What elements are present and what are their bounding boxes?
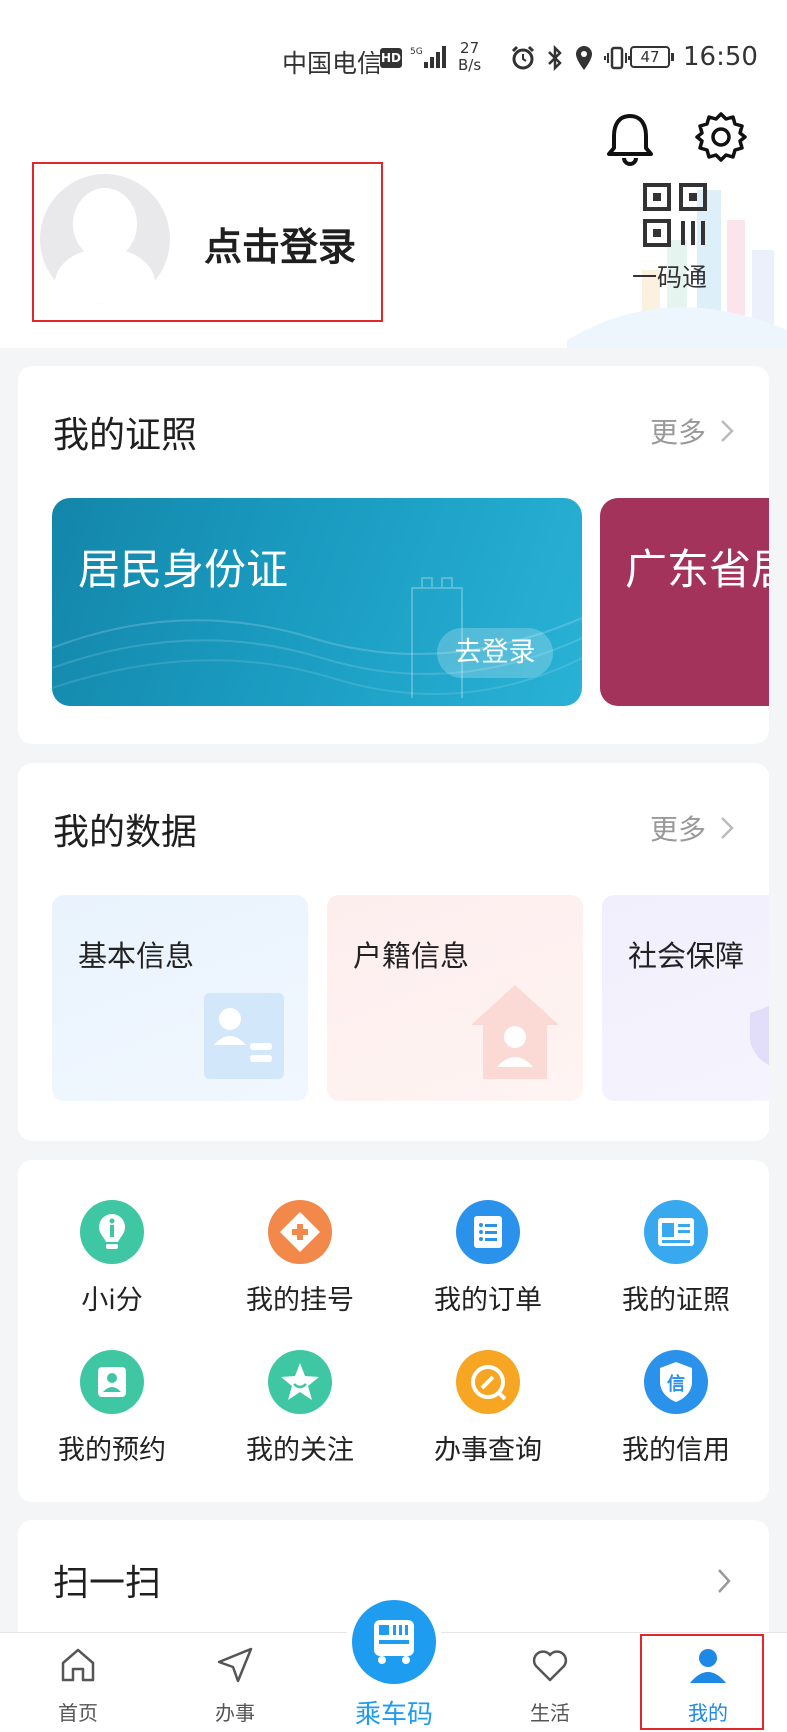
data-more-link[interactable]: 更多 (650, 808, 734, 848)
search-edit-icon (456, 1350, 520, 1414)
shield-icon (750, 1006, 769, 1066)
grid-item-following[interactable]: 我的关注 (206, 1350, 394, 1467)
id-card-login-button[interactable]: 去登录 (437, 628, 553, 678)
vibrate-icon (604, 46, 630, 70)
social-security-tile[interactable]: 社会保障 (602, 895, 769, 1101)
quick-access-grid: 小i分 我的挂号 我的订单 我的证照 我的预约 我的关注 办事查询 信 我的信用 (18, 1160, 769, 1502)
id-card-name: 居民身份证 (78, 545, 289, 594)
avatar-body-shape (55, 248, 155, 304)
profile-header: 点击登录 一码通 (0, 110, 787, 348)
grid-item-my-licenses[interactable]: 我的证照 (582, 1200, 769, 1317)
avatar[interactable] (40, 174, 170, 304)
carrier-name: 中国电信 (282, 49, 383, 78)
qr-code-icon[interactable] (642, 182, 708, 248)
nav-home[interactable]: 首页 (18, 1633, 138, 1732)
login-button[interactable]: 点击登录 (204, 216, 356, 271)
more-label: 更多 (649, 813, 706, 846)
nav-label: 生活 (530, 1701, 570, 1725)
chevron-right-icon (718, 1569, 731, 1593)
grid-item-label: 我的订单 (434, 1285, 542, 1316)
grid-item-label: 我的预约 (58, 1435, 166, 1466)
my-licenses-section: 我的证照 更多 居民身份证 去登录 广东省居 (18, 366, 769, 744)
grid-item-label: 我的挂号 (246, 1285, 354, 1316)
section-title: 我的数据 (53, 812, 198, 853)
speed-value: 27 (460, 39, 480, 57)
bluetooth-icon (548, 45, 562, 71)
scan-title: 扫一扫 (53, 1563, 162, 1604)
grid-item-label: 我的证照 (622, 1285, 730, 1316)
bus-qr-icon (374, 1620, 414, 1664)
guangdong-card-name: 广东省居 (625, 545, 769, 594)
nav-mine-highlight (640, 1634, 764, 1730)
grid-item-credit[interactable]: 信 我的信用 (582, 1350, 769, 1467)
license-card-icon (644, 1200, 708, 1264)
grid-item-label: 小i分 (81, 1285, 143, 1316)
nav-label: 办事 (215, 1701, 255, 1725)
order-list-icon (456, 1200, 520, 1264)
home-icon (61, 1648, 95, 1682)
svg-text:信: 信 (667, 1373, 685, 1395)
signal-icon: 5G (410, 46, 446, 68)
hd-badge: HD (380, 48, 402, 68)
person-card-icon (204, 993, 284, 1079)
lightbulb-icon (80, 1200, 144, 1264)
navigation-arrow-icon (217, 1647, 253, 1683)
bus-code-label[interactable]: 乘车码 (333, 1694, 455, 1731)
grid-item-service-query[interactable]: 办事查询 (394, 1350, 582, 1467)
chevron-right-icon (721, 817, 734, 839)
guangdong-card-tile[interactable]: 广东省居 (600, 498, 769, 706)
more-label: 更多 (649, 416, 706, 449)
settings-gear-icon[interactable] (694, 110, 748, 164)
my-data-section: 我的数据 更多 基本信息 户籍信息 社会保障 (18, 763, 769, 1141)
tile-label: 户籍信息 (353, 939, 470, 973)
nav-life[interactable]: 生活 (490, 1633, 610, 1732)
chevron-right-icon (721, 420, 734, 442)
status-bar: 中国电信 HD 5G 27 B/s 47 16:50 (0, 0, 787, 110)
clock: 16:50 (683, 42, 758, 72)
alarm-icon (511, 45, 535, 70)
grid-item-registration[interactable]: 我的挂号 (206, 1200, 394, 1317)
speed-unit: B/s (458, 56, 482, 74)
network-speed: 27 B/s (458, 40, 481, 74)
grid-item-xiaoi-score[interactable]: 小i分 (18, 1200, 206, 1317)
basic-info-tile[interactable]: 基本信息 (52, 895, 308, 1101)
household-info-tile[interactable]: 户籍信息 (327, 895, 583, 1101)
grid-item-orders[interactable]: 我的订单 (394, 1200, 582, 1317)
location-icon (576, 46, 592, 70)
notification-bell-icon[interactable] (604, 110, 656, 166)
qr-code-label[interactable]: 一码通 (632, 258, 707, 294)
licenses-more-link[interactable]: 更多 (650, 411, 734, 451)
heart-icon (532, 1650, 568, 1682)
medical-cross-icon (268, 1200, 332, 1264)
grid-item-appointments[interactable]: 我的预约 (18, 1350, 206, 1467)
battery-indicator: 47 (630, 46, 674, 68)
status-icons (510, 44, 630, 72)
section-title: 我的证照 (53, 415, 198, 456)
tile-label: 基本信息 (78, 939, 195, 973)
house-person-icon (471, 985, 559, 1079)
nav-label: 首页 (58, 1701, 98, 1725)
star-icon (268, 1350, 332, 1414)
grid-item-label: 我的关注 (246, 1435, 354, 1466)
id-card-tile[interactable]: 居民身份证 去登录 (52, 498, 582, 706)
tile-label: 社会保障 (628, 939, 745, 973)
grid-item-label: 办事查询 (434, 1435, 542, 1466)
svg-text:5G: 5G (410, 47, 423, 57)
grid-item-label: 我的信用 (622, 1435, 730, 1466)
nav-services[interactable]: 办事 (175, 1633, 295, 1732)
login-area[interactable]: 点击登录 (32, 162, 383, 322)
bus-code-button[interactable] (352, 1600, 436, 1684)
appointment-icon (80, 1350, 144, 1414)
credit-shield-icon: 信 (644, 1350, 708, 1414)
